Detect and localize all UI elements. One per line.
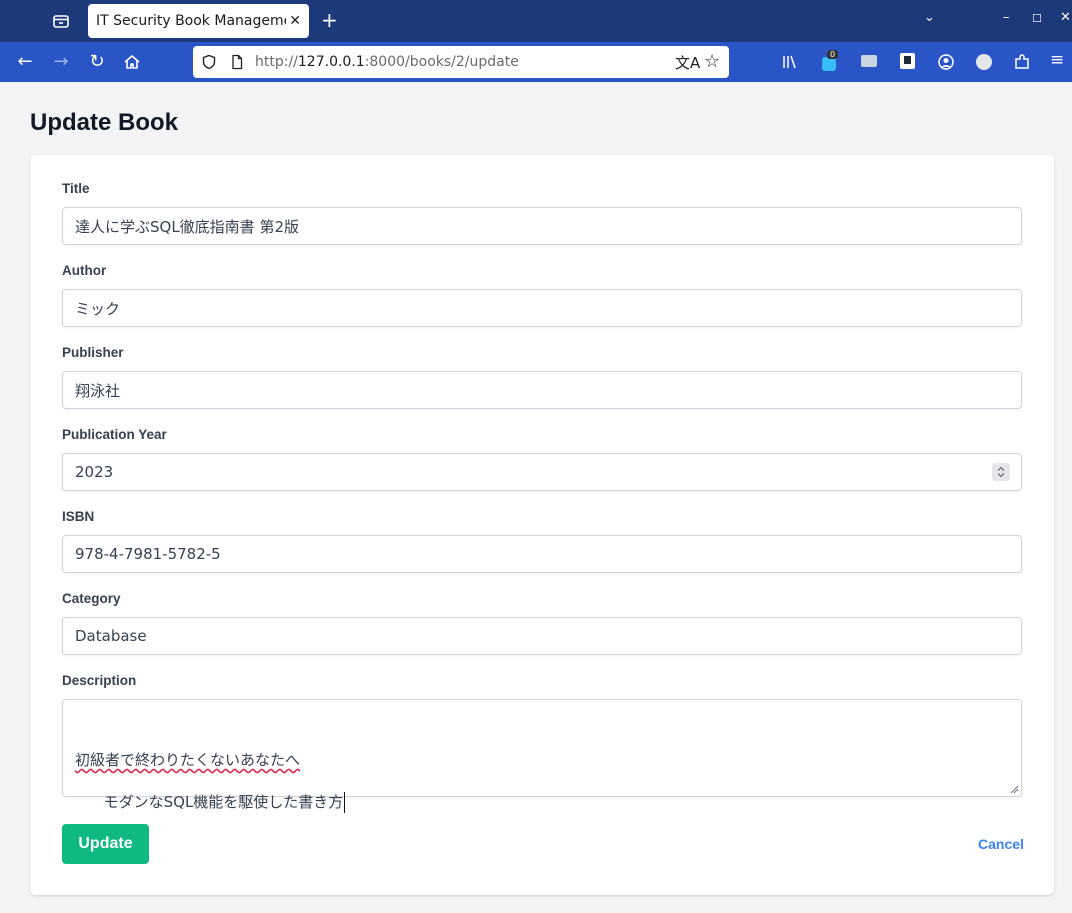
author-label: Author bbox=[62, 263, 107, 278]
page-icon[interactable] bbox=[229, 54, 245, 70]
publication-year-input[interactable] bbox=[62, 453, 1022, 491]
minimize-icon[interactable]: – bbox=[1003, 10, 1010, 25]
description-line: モダンなSQL機能を駆使した書き方 bbox=[103, 792, 346, 813]
arrow-right-icon[interactable]: → bbox=[50, 51, 72, 73]
url-prefix: http:// bbox=[255, 54, 298, 70]
reload-icon[interactable]: ↻ bbox=[86, 51, 108, 73]
url-text[interactable]: http://127.0.0.1:8000/books/2/update bbox=[255, 54, 519, 70]
new-tab-icon[interactable]: + bbox=[321, 9, 338, 31]
shield-icon[interactable] bbox=[201, 54, 217, 70]
close-tab-icon[interactable]: ✕ bbox=[289, 13, 301, 29]
maximize-icon[interactable]: ☐ bbox=[1032, 12, 1042, 25]
notification-badge: 0 bbox=[827, 50, 839, 59]
chevron-down-icon[interactable]: ⌄ bbox=[924, 10, 935, 25]
address-bar[interactable]: http://127.0.0.1:8000/books/2/update 文A … bbox=[193, 46, 729, 78]
isbn-input[interactable] bbox=[62, 535, 1022, 573]
menu-icon[interactable]: ≡ bbox=[1050, 50, 1064, 70]
bookmark-manager-icon[interactable] bbox=[900, 53, 915, 69]
number-stepper-icon[interactable] bbox=[992, 463, 1010, 481]
tab-title: IT Security Book Management bbox=[96, 13, 286, 29]
star-icon[interactable]: ☆ bbox=[704, 51, 720, 72]
publication-year-field bbox=[62, 453, 1022, 491]
title-label: Title bbox=[62, 181, 90, 196]
library-icon[interactable] bbox=[781, 53, 799, 71]
browser-tab[interactable]: IT Security Book Management ✕ bbox=[88, 4, 309, 38]
extension-cookie-icon[interactable] bbox=[976, 54, 992, 70]
browser-tab-bar: IT Security Book Management ✕ + ⌄ – ☐ ✕ bbox=[0, 0, 1072, 42]
description-label: Description bbox=[62, 673, 137, 688]
isbn-label: ISBN bbox=[62, 509, 95, 524]
home-icon[interactable] bbox=[121, 51, 143, 73]
publisher-input[interactable] bbox=[62, 371, 1022, 409]
puzzle-icon[interactable] bbox=[1013, 53, 1031, 71]
category-label: Category bbox=[62, 591, 121, 606]
container-icon[interactable] bbox=[861, 55, 877, 67]
resize-grip-icon[interactable] bbox=[1009, 784, 1019, 794]
arrow-left-icon[interactable]: ← bbox=[14, 51, 36, 73]
author-input[interactable] bbox=[62, 289, 1022, 327]
title-input[interactable] bbox=[62, 207, 1022, 245]
page-title: Update Book bbox=[30, 109, 179, 136]
url-host: 127.0.0.1 bbox=[297, 54, 365, 70]
translate-icon[interactable]: 文A bbox=[675, 52, 700, 73]
browser-navigation-bar: ← → ↻ http://127.0.0.1:8000/books/2/upda… bbox=[0, 42, 1072, 82]
close-window-icon[interactable]: ✕ bbox=[1060, 10, 1071, 25]
cancel-link[interactable]: Cancel bbox=[978, 836, 1024, 852]
publication-year-label: Publication Year bbox=[62, 427, 167, 442]
tab-list-icon[interactable] bbox=[50, 10, 72, 32]
publisher-label: Publisher bbox=[62, 345, 124, 360]
update-button[interactable]: Update bbox=[62, 824, 149, 864]
description-line: 初級者で終わりたくないあなたへ bbox=[75, 751, 301, 769]
update-book-form: Title Author Publisher Publication Year … bbox=[30, 155, 1054, 895]
extension-icon bbox=[822, 57, 836, 71]
extension-badge-button[interactable]: 0 bbox=[820, 50, 840, 73]
page-content: Update Book Title Author Publisher Publi… bbox=[0, 83, 1072, 913]
url-path: :8000/books/2/update bbox=[364, 54, 519, 70]
category-input[interactable] bbox=[62, 617, 1022, 655]
account-icon[interactable] bbox=[937, 53, 955, 71]
description-textarea[interactable]: 初級者で終わりたくないあなたへ モダンなSQL機能を駆使した書き方 bbox=[62, 699, 1022, 813]
